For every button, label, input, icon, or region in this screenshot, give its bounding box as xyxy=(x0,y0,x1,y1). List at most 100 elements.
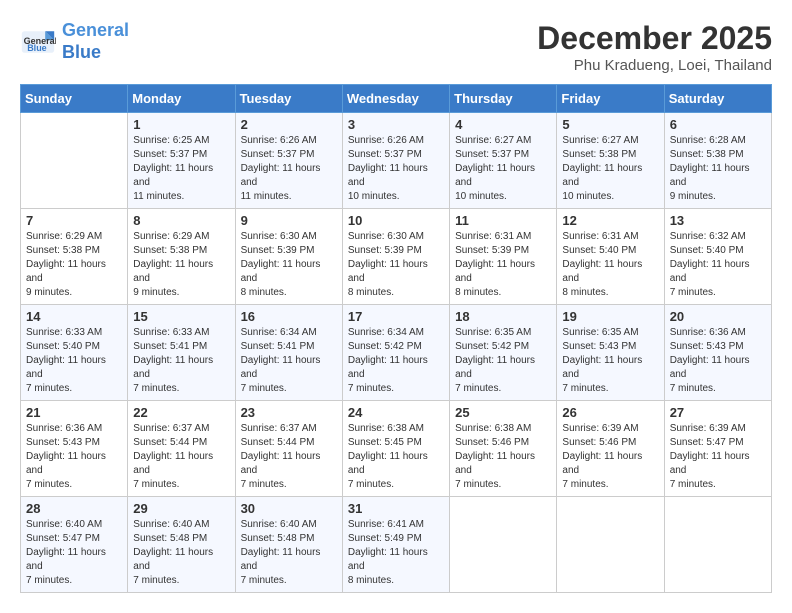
cell-info: Sunrise: 6:29 AMSunset: 5:38 PMDaylight:… xyxy=(26,230,122,300)
day-number: 25 xyxy=(455,405,551,420)
cell-info: Sunrise: 6:41 AMSunset: 5:49 PMDaylight:… xyxy=(348,518,444,588)
day-number: 30 xyxy=(241,501,337,516)
calendar-cell xyxy=(664,497,771,593)
cell-info: Sunrise: 6:27 AMSunset: 5:37 PMDaylight:… xyxy=(455,134,551,204)
cell-info: Sunrise: 6:25 AMSunset: 5:37 PMDaylight:… xyxy=(133,134,229,204)
weekday-header-wednesday: Wednesday xyxy=(342,85,449,113)
day-number: 14 xyxy=(26,309,122,324)
cell-info: Sunrise: 6:40 AMSunset: 5:48 PMDaylight:… xyxy=(133,518,229,588)
day-number: 4 xyxy=(455,117,551,132)
logo-text: GeneralBlue xyxy=(62,20,129,63)
day-number: 27 xyxy=(670,405,766,420)
weekday-header-monday: Monday xyxy=(128,85,235,113)
calendar-cell: 26 Sunrise: 6:39 AMSunset: 5:46 PMDaylig… xyxy=(557,401,664,497)
calendar-cell: 30 Sunrise: 6:40 AMSunset: 5:48 PMDaylig… xyxy=(235,497,342,593)
calendar-cell: 28 Sunrise: 6:40 AMSunset: 5:47 PMDaylig… xyxy=(21,497,128,593)
calendar-cell: 25 Sunrise: 6:38 AMSunset: 5:46 PMDaylig… xyxy=(450,401,557,497)
calendar-cell: 14 Sunrise: 6:33 AMSunset: 5:40 PMDaylig… xyxy=(21,305,128,401)
calendar-cell: 4 Sunrise: 6:27 AMSunset: 5:37 PMDayligh… xyxy=(450,113,557,209)
calendar-cell: 15 Sunrise: 6:33 AMSunset: 5:41 PMDaylig… xyxy=(128,305,235,401)
calendar-cell: 9 Sunrise: 6:30 AMSunset: 5:39 PMDayligh… xyxy=(235,209,342,305)
day-number: 29 xyxy=(133,501,229,516)
day-number: 7 xyxy=(26,213,122,228)
day-number: 8 xyxy=(133,213,229,228)
calendar-cell: 13 Sunrise: 6:32 AMSunset: 5:40 PMDaylig… xyxy=(664,209,771,305)
calendar-cell: 29 Sunrise: 6:40 AMSunset: 5:48 PMDaylig… xyxy=(128,497,235,593)
cell-info: Sunrise: 6:33 AMSunset: 5:41 PMDaylight:… xyxy=(133,326,229,396)
cell-info: Sunrise: 6:36 AMSunset: 5:43 PMDaylight:… xyxy=(26,422,122,492)
calendar-cell xyxy=(21,113,128,209)
calendar-cell: 18 Sunrise: 6:35 AMSunset: 5:42 PMDaylig… xyxy=(450,305,557,401)
cell-info: Sunrise: 6:40 AMSunset: 5:47 PMDaylight:… xyxy=(26,518,122,588)
day-number: 18 xyxy=(455,309,551,324)
calendar-week-row: 14 Sunrise: 6:33 AMSunset: 5:40 PMDaylig… xyxy=(21,305,772,401)
calendar-cell: 2 Sunrise: 6:26 AMSunset: 5:37 PMDayligh… xyxy=(235,113,342,209)
cell-info: Sunrise: 6:38 AMSunset: 5:45 PMDaylight:… xyxy=(348,422,444,492)
day-number: 21 xyxy=(26,405,122,420)
calendar-cell: 19 Sunrise: 6:35 AMSunset: 5:43 PMDaylig… xyxy=(557,305,664,401)
weekday-header-row: SundayMondayTuesdayWednesdayThursdayFrid… xyxy=(21,85,772,113)
day-number: 6 xyxy=(670,117,766,132)
calendar-cell: 3 Sunrise: 6:26 AMSunset: 5:37 PMDayligh… xyxy=(342,113,449,209)
cell-info: Sunrise: 6:26 AMSunset: 5:37 PMDaylight:… xyxy=(348,134,444,204)
day-number: 20 xyxy=(670,309,766,324)
day-number: 5 xyxy=(562,117,658,132)
day-number: 31 xyxy=(348,501,444,516)
calendar-cell: 22 Sunrise: 6:37 AMSunset: 5:44 PMDaylig… xyxy=(128,401,235,497)
day-number: 9 xyxy=(241,213,337,228)
cell-info: Sunrise: 6:26 AMSunset: 5:37 PMDaylight:… xyxy=(241,134,337,204)
day-number: 13 xyxy=(670,213,766,228)
weekday-header-sunday: Sunday xyxy=(21,85,128,113)
calendar-table: SundayMondayTuesdayWednesdayThursdayFrid… xyxy=(20,84,772,593)
cell-info: Sunrise: 6:36 AMSunset: 5:43 PMDaylight:… xyxy=(670,326,766,396)
calendar-cell: 16 Sunrise: 6:34 AMSunset: 5:41 PMDaylig… xyxy=(235,305,342,401)
cell-info: Sunrise: 6:31 AMSunset: 5:39 PMDaylight:… xyxy=(455,230,551,300)
cell-info: Sunrise: 6:34 AMSunset: 5:41 PMDaylight:… xyxy=(241,326,337,396)
calendar-cell xyxy=(557,497,664,593)
day-number: 1 xyxy=(133,117,229,132)
weekday-header-tuesday: Tuesday xyxy=(235,85,342,113)
day-number: 10 xyxy=(348,213,444,228)
cell-info: Sunrise: 6:29 AMSunset: 5:38 PMDaylight:… xyxy=(133,230,229,300)
title-block: December 2025 Phu Kradueng, Loei, Thaila… xyxy=(537,20,772,74)
calendar-cell: 21 Sunrise: 6:36 AMSunset: 5:43 PMDaylig… xyxy=(21,401,128,497)
calendar-cell: 7 Sunrise: 6:29 AMSunset: 5:38 PMDayligh… xyxy=(21,209,128,305)
calendar-cell: 27 Sunrise: 6:39 AMSunset: 5:47 PMDaylig… xyxy=(664,401,771,497)
day-number: 16 xyxy=(241,309,337,324)
cell-info: Sunrise: 6:38 AMSunset: 5:46 PMDaylight:… xyxy=(455,422,551,492)
cell-info: Sunrise: 6:37 AMSunset: 5:44 PMDaylight:… xyxy=(133,422,229,492)
cell-info: Sunrise: 6:32 AMSunset: 5:40 PMDaylight:… xyxy=(670,230,766,300)
calendar-cell: 12 Sunrise: 6:31 AMSunset: 5:40 PMDaylig… xyxy=(557,209,664,305)
cell-info: Sunrise: 6:40 AMSunset: 5:48 PMDaylight:… xyxy=(241,518,337,588)
day-number: 15 xyxy=(133,309,229,324)
cell-info: Sunrise: 6:39 AMSunset: 5:47 PMDaylight:… xyxy=(670,422,766,492)
month-title: December 2025 xyxy=(537,20,772,57)
calendar-week-row: 21 Sunrise: 6:36 AMSunset: 5:43 PMDaylig… xyxy=(21,401,772,497)
calendar-cell: 20 Sunrise: 6:36 AMSunset: 5:43 PMDaylig… xyxy=(664,305,771,401)
calendar-cell: 23 Sunrise: 6:37 AMSunset: 5:44 PMDaylig… xyxy=(235,401,342,497)
day-number: 2 xyxy=(241,117,337,132)
day-number: 19 xyxy=(562,309,658,324)
weekday-header-thursday: Thursday xyxy=(450,85,557,113)
day-number: 22 xyxy=(133,405,229,420)
day-number: 17 xyxy=(348,309,444,324)
day-number: 11 xyxy=(455,213,551,228)
calendar-cell: 10 Sunrise: 6:30 AMSunset: 5:39 PMDaylig… xyxy=(342,209,449,305)
logo-icon: General Blue xyxy=(20,24,56,60)
calendar-week-row: 7 Sunrise: 6:29 AMSunset: 5:38 PMDayligh… xyxy=(21,209,772,305)
cell-info: Sunrise: 6:37 AMSunset: 5:44 PMDaylight:… xyxy=(241,422,337,492)
calendar-cell: 1 Sunrise: 6:25 AMSunset: 5:37 PMDayligh… xyxy=(128,113,235,209)
day-number: 23 xyxy=(241,405,337,420)
day-number: 28 xyxy=(26,501,122,516)
calendar-cell: 17 Sunrise: 6:34 AMSunset: 5:42 PMDaylig… xyxy=(342,305,449,401)
cell-info: Sunrise: 6:31 AMSunset: 5:40 PMDaylight:… xyxy=(562,230,658,300)
calendar-cell: 8 Sunrise: 6:29 AMSunset: 5:38 PMDayligh… xyxy=(128,209,235,305)
logo: General Blue GeneralBlue xyxy=(20,20,129,63)
calendar-cell xyxy=(450,497,557,593)
calendar-week-row: 1 Sunrise: 6:25 AMSunset: 5:37 PMDayligh… xyxy=(21,113,772,209)
cell-info: Sunrise: 6:30 AMSunset: 5:39 PMDaylight:… xyxy=(241,230,337,300)
calendar-cell: 11 Sunrise: 6:31 AMSunset: 5:39 PMDaylig… xyxy=(450,209,557,305)
weekday-header-friday: Friday xyxy=(557,85,664,113)
svg-text:Blue: Blue xyxy=(27,43,47,53)
day-number: 12 xyxy=(562,213,658,228)
